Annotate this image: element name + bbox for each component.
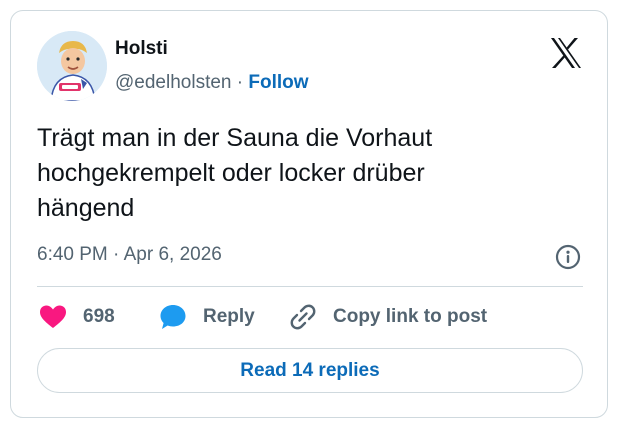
reply-button[interactable]: Reply — [159, 300, 255, 334]
copy-link-button[interactable]: Copy link to post — [289, 300, 487, 334]
like-button[interactable]: 698 — [39, 300, 115, 334]
heart-icon — [40, 305, 66, 328]
user-handle[interactable]: @edelholsten — [115, 72, 231, 93]
reply-bubble-icon — [160, 305, 186, 329]
x-logo-icon[interactable] — [549, 37, 583, 69]
tweet-text-line: hängend — [37, 194, 135, 222]
copy-link-label: Copy link to post — [333, 306, 488, 327]
cartoon-avatar-icon — [37, 31, 107, 101]
like-count: 698 — [83, 306, 115, 327]
info-icon[interactable] — [555, 244, 581, 270]
handle-row: @edelholsten · Follow — [115, 72, 309, 94]
tweet-text-line: Trägt man in der Sauna die Vorhaut — [37, 124, 433, 152]
tweet-card: Holsti @edelholsten · Follow Trägt man i… — [10, 10, 608, 418]
timestamp[interactable]: 6:40 PM · Apr 6, 2026 — [37, 244, 222, 266]
avatar[interactable] — [37, 31, 107, 101]
separator-dot: · — [231, 72, 249, 93]
link-icon — [290, 304, 316, 330]
reply-label: Reply — [203, 306, 255, 327]
tweet-text-line: hochgekrempelt oder locker drüber — [37, 159, 425, 187]
follow-link[interactable]: Follow — [248, 72, 308, 93]
read-replies-button[interactable]: Read 14 replies — [37, 348, 583, 393]
divider — [37, 286, 583, 287]
tweet-text: Trägt man in der Sauna die Vorhaut hochg… — [37, 121, 577, 226]
read-replies-label: Read 14 replies — [240, 359, 380, 381]
display-name[interactable]: Holsti — [115, 38, 168, 60]
